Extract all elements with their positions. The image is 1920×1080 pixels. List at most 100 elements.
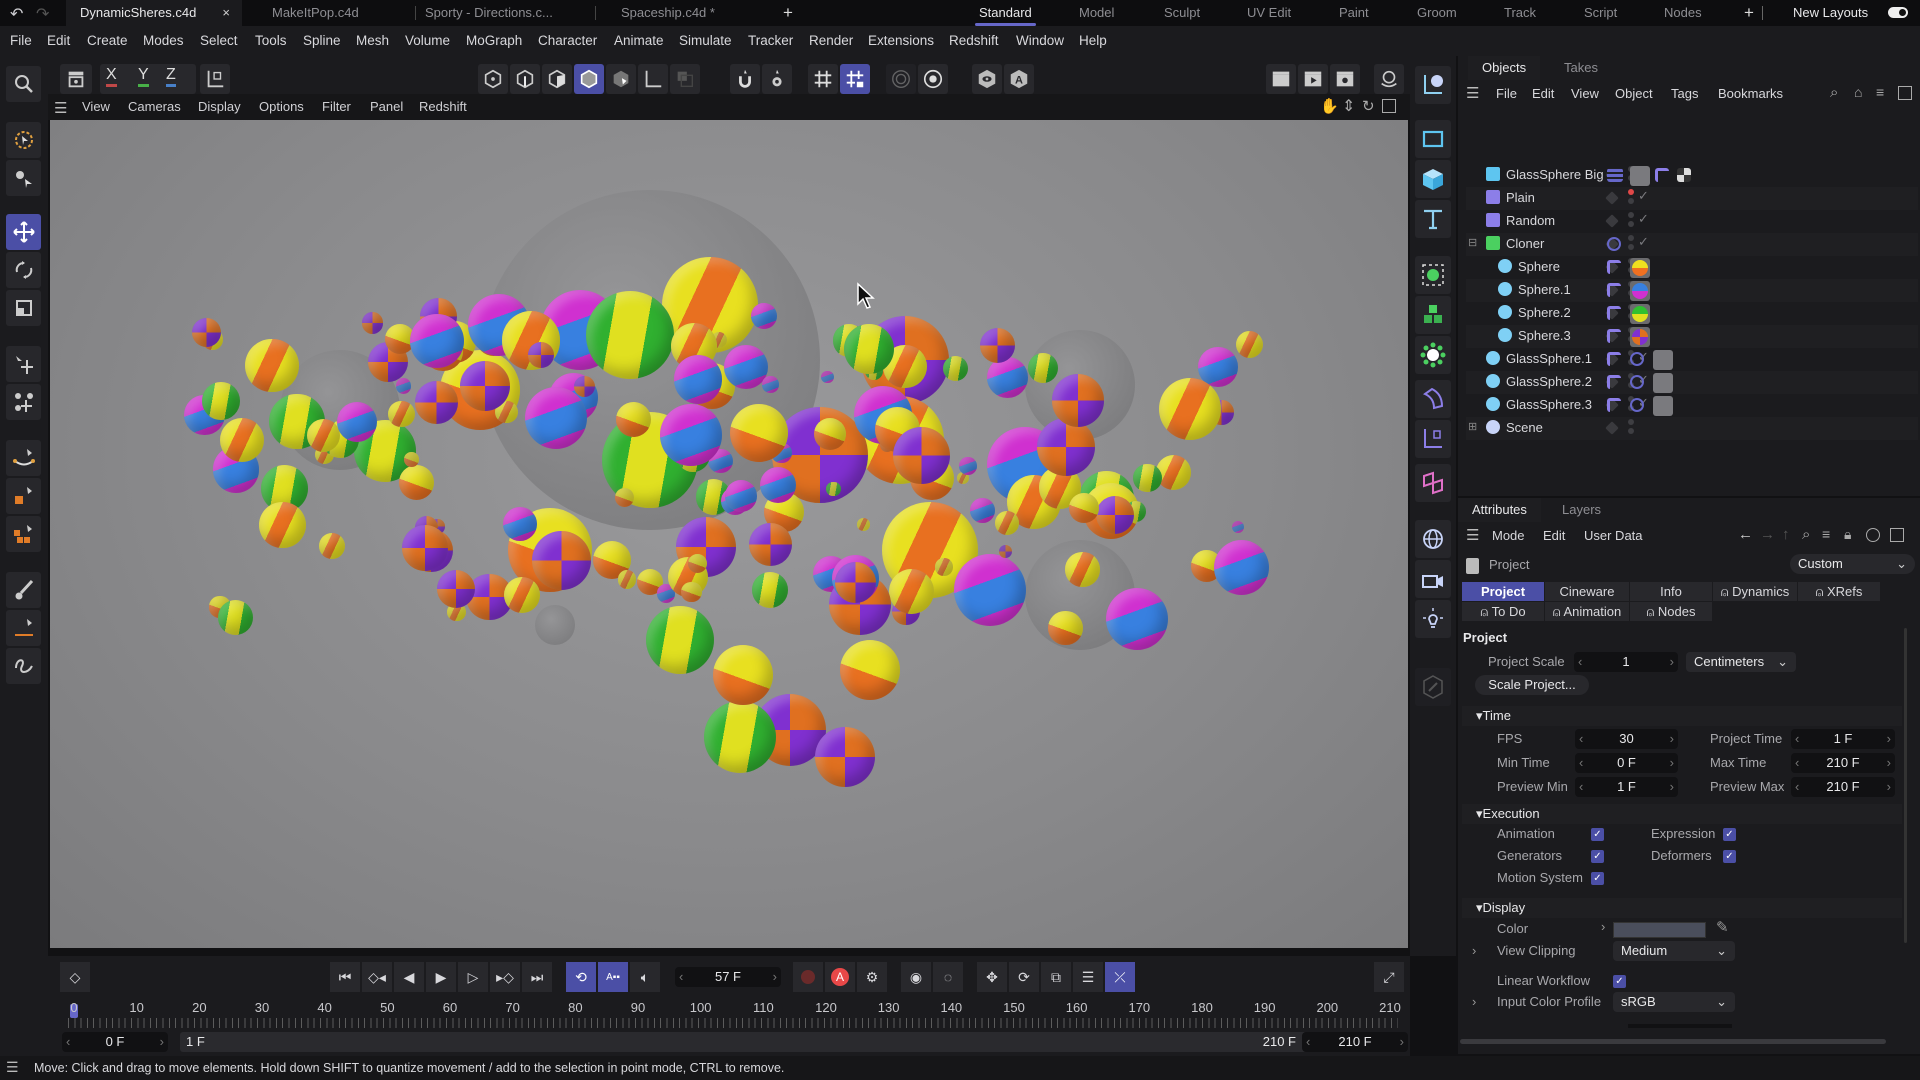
layout-tab-nodes[interactable]: Nodes bbox=[1664, 0, 1702, 26]
next-frame-button[interactable]: ▷ bbox=[458, 962, 488, 992]
motion-record-button[interactable]: ◌ bbox=[933, 962, 963, 992]
objects-menu-tags[interactable]: Tags bbox=[1671, 82, 1698, 106]
attributes-menu-icon[interactable]: ☰ bbox=[1466, 526, 1479, 544]
view-clipping-dropdown[interactable]: Medium ⌄ bbox=[1613, 941, 1735, 961]
viewport-menu-panel[interactable]: Panel bbox=[370, 94, 403, 120]
locked-workplane-button[interactable] bbox=[840, 64, 870, 94]
loop-button[interactable]: ⟲ bbox=[566, 962, 596, 992]
project-time-field[interactable]: ‹ 1 F › bbox=[1791, 729, 1895, 749]
text-button[interactable] bbox=[1415, 200, 1451, 238]
menu-character[interactable]: Character bbox=[538, 26, 597, 56]
expand-chevron-icon[interactable]: › bbox=[1601, 919, 1605, 934]
undo-icon[interactable]: ↶ bbox=[10, 4, 23, 24]
phong-tag-icon[interactable] bbox=[1607, 398, 1621, 412]
viewport-visibility-button[interactable] bbox=[972, 64, 1002, 94]
material-tag-icon[interactable] bbox=[1630, 304, 1650, 324]
eyedropper-icon[interactable]: ✎ bbox=[1716, 918, 1729, 936]
decrement-icon[interactable]: ‹ bbox=[1579, 729, 1583, 749]
subtab-nodes[interactable]: ⍝ Nodes bbox=[1630, 602, 1712, 621]
menu-select[interactable]: Select bbox=[200, 26, 238, 56]
decrement-icon[interactable]: ‹ bbox=[1579, 777, 1583, 797]
coordinate-system-button[interactable] bbox=[200, 64, 230, 94]
menu-spline[interactable]: Spline bbox=[303, 26, 341, 56]
object-row[interactable]: Plain ✓ bbox=[1466, 187, 1918, 210]
orbit-view-icon[interactable]: ↻ bbox=[1362, 97, 1375, 115]
linear-workflow-checkbox[interactable]: ✓ bbox=[1613, 975, 1626, 988]
pan-view-icon[interactable]: ✋ bbox=[1320, 97, 1339, 115]
sound-button[interactable]: 🔈︎ bbox=[630, 962, 660, 992]
camera-button[interactable] bbox=[1415, 560, 1451, 598]
min-time-field[interactable]: ‹ 0 F › bbox=[1575, 753, 1678, 773]
execution-section-header[interactable]: ▾Execution bbox=[1462, 804, 1902, 824]
current-frame-field[interactable]: ‹ 57 F › bbox=[675, 967, 781, 987]
object-row[interactable]: Sphere.2✓ bbox=[1466, 302, 1918, 325]
playback-mode-button[interactable]: A▪▪ bbox=[598, 962, 628, 992]
phong-tag-icon[interactable] bbox=[1607, 375, 1621, 389]
dynamics-tag-icon[interactable] bbox=[1630, 352, 1644, 366]
tab-attributes[interactable]: Attributes bbox=[1458, 498, 1541, 522]
edges-mode-button[interactable] bbox=[510, 64, 540, 94]
menu-simulate[interactable]: Simulate bbox=[679, 26, 732, 56]
filter-icon[interactable]: ≡ bbox=[1876, 84, 1884, 100]
level-of-detail-field[interactable] bbox=[1628, 1024, 1732, 1028]
subtab-dynamics[interactable]: ⍝ Dynamics bbox=[1713, 582, 1797, 601]
increment-icon[interactable]: › bbox=[160, 1032, 164, 1052]
keyframe-settings-button[interactable]: ⚙︎ bbox=[857, 962, 887, 992]
scale-tool[interactable] bbox=[6, 290, 41, 326]
new-layouts-toggle[interactable] bbox=[1888, 7, 1908, 18]
increment-icon[interactable]: › bbox=[773, 967, 777, 987]
object-row[interactable]: ⊟ Cloner ✓ bbox=[1466, 233, 1918, 256]
object-row[interactable]: GlassSphere Big bbox=[1466, 164, 1918, 187]
transfer-tool[interactable] bbox=[6, 346, 41, 382]
doc-tab-dynamicsheres[interactable]: DynamicSheres.c4d × bbox=[66, 0, 242, 26]
preset-dropdown[interactable]: Custom ⌄ bbox=[1790, 554, 1915, 574]
menu-help[interactable]: Help bbox=[1079, 26, 1107, 56]
status-menu-icon[interactable]: ☰ bbox=[6, 1059, 19, 1076]
doc-tab-sporty[interactable]: Sporty - Directions.c... bbox=[411, 0, 567, 26]
target-icon[interactable] bbox=[1866, 528, 1880, 542]
objects-menu-object[interactable]: Object bbox=[1615, 82, 1653, 106]
mouse-record-button[interactable]: ◉ bbox=[901, 962, 931, 992]
dynamics-settings-button[interactable] bbox=[918, 64, 948, 94]
visibility-dots[interactable] bbox=[1628, 189, 1634, 207]
render-to-picture-viewer-button[interactable] bbox=[1298, 64, 1328, 94]
record-parameter-button[interactable]: ☰ bbox=[1073, 962, 1103, 992]
layout-tab-track[interactable]: Track bbox=[1504, 0, 1536, 26]
light-button[interactable] bbox=[1415, 600, 1451, 638]
null-object-button[interactable] bbox=[1415, 66, 1451, 104]
horizontal-scrollbar[interactable] bbox=[1460, 1039, 1886, 1044]
menu-mesh[interactable]: Mesh bbox=[356, 26, 389, 56]
layout-tab-model[interactable]: Model bbox=[1079, 0, 1114, 26]
enabled-check-icon[interactable]: ✓ bbox=[1638, 188, 1649, 204]
expand-chevron-icon[interactable]: › bbox=[1472, 943, 1476, 958]
go-to-start-button[interactable]: ⏮ bbox=[330, 962, 360, 992]
dynamics-tag-icon[interactable] bbox=[1607, 237, 1621, 251]
spline-rectangle-button[interactable] bbox=[1415, 120, 1451, 158]
snap-settings-button[interactable] bbox=[762, 64, 792, 94]
tab-layers[interactable]: Layers bbox=[1548, 498, 1615, 522]
viewport-menu-cameras[interactable]: Cameras bbox=[128, 94, 181, 120]
glass-material-tag-icon[interactable] bbox=[1630, 166, 1650, 186]
polygons-mode-button[interactable] bbox=[542, 64, 572, 94]
decrement-icon[interactable]: ‹ bbox=[66, 1032, 70, 1052]
motion-system-checkbox[interactable]: ✓ bbox=[1591, 872, 1604, 885]
input-color-profile-dropdown[interactable]: sRGB ⌄ bbox=[1613, 992, 1735, 1012]
objects-menu-icon[interactable]: ☰ bbox=[1466, 84, 1479, 102]
material-tag-icon[interactable] bbox=[1630, 281, 1650, 301]
environment-button[interactable] bbox=[1415, 520, 1451, 558]
line-pen-tool[interactable] bbox=[6, 610, 41, 646]
cube-button[interactable] bbox=[1415, 160, 1451, 198]
color-swatch[interactable] bbox=[1613, 922, 1706, 938]
object-row[interactable]: GlassSphere.3 ✓ bbox=[1466, 394, 1918, 417]
compositing-tag-icon[interactable] bbox=[1677, 168, 1691, 182]
object-row[interactable]: Sphere✓ bbox=[1466, 256, 1918, 279]
search-button[interactable] bbox=[6, 66, 41, 102]
layout-tab-paint[interactable]: Paint bbox=[1339, 0, 1369, 26]
generator-button[interactable] bbox=[1415, 668, 1451, 706]
live-selection-tool[interactable] bbox=[6, 122, 41, 158]
model-mode-button[interactable] bbox=[574, 64, 604, 94]
workplane-button[interactable] bbox=[808, 64, 838, 94]
menu-render[interactable]: Render bbox=[809, 26, 853, 56]
layer-icon[interactable] bbox=[1605, 421, 1619, 435]
phong-tag-icon[interactable] bbox=[1607, 283, 1621, 297]
